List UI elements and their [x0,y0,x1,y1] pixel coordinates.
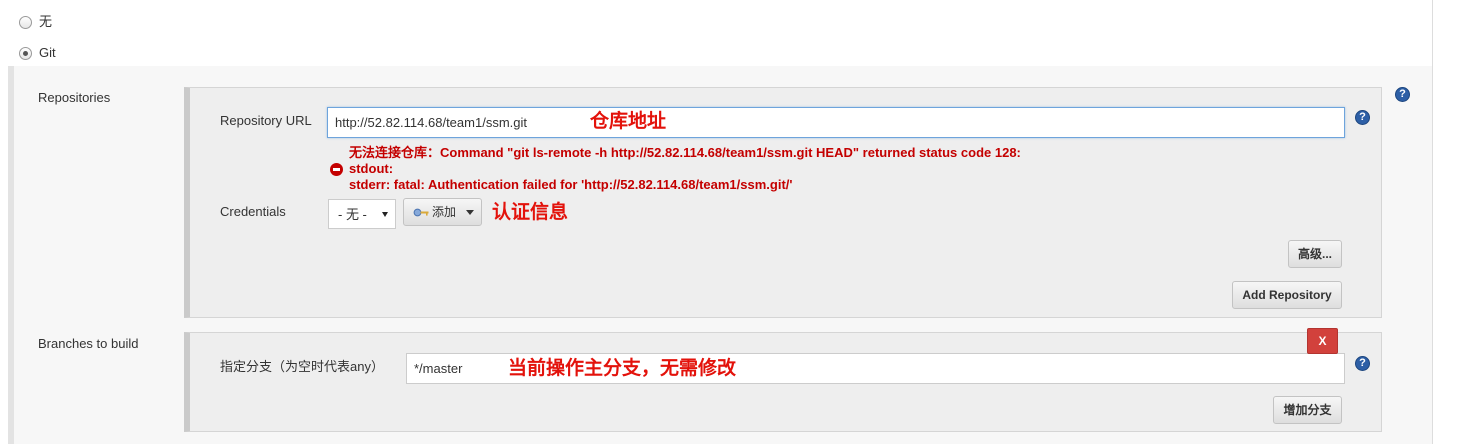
branch-annotation: 当前操作主分支，无需修改 [508,358,737,379]
help-icon[interactable]: ? [1395,87,1410,102]
help-icon[interactable]: ? [1355,110,1370,125]
scm-config-page: 无 Git Repositories ? Repository URL 仓库地址… [0,0,1457,444]
help-icon-glyph: ? [1359,111,1366,123]
error-icon [330,163,343,176]
repository-url-input[interactable] [327,107,1345,138]
add-credentials-label: 添加 [432,205,457,219]
credentials-select[interactable]: - 无 - [328,199,396,229]
chevron-down-icon [382,212,388,217]
credentials-label: Credentials [220,204,286,219]
help-icon-glyph: ? [1359,357,1366,369]
credentials-annotation: 认证信息 [492,202,569,223]
advanced-button[interactable]: 高级... [1288,240,1342,268]
repository-url-label: Repository URL [220,113,312,128]
credentials-selected-value: - 无 - [338,207,367,222]
repositories-label: Repositories [38,90,111,105]
error-message-line: 无法连接仓库：Command "git ls-remote -h http://… [349,145,1021,160]
panel-right-border [1432,0,1433,444]
help-icon[interactable]: ? [1355,356,1370,371]
add-branch-button[interactable]: 增加分支 [1273,396,1342,424]
scm-option-git-label[interactable]: Git [39,45,56,61]
repository-url-annotation: 仓库地址 [590,111,667,132]
add-repository-button[interactable]: Add Repository [1232,281,1342,309]
scm-option-none-label[interactable]: 无 [39,14,52,30]
radio-scm-git[interactable] [19,47,32,60]
error-message-line: stdout: [349,161,394,176]
error-message-line: stderr: fatal: Authentication failed for… [349,177,793,192]
chevron-down-icon [466,210,474,215]
help-icon-glyph: ? [1399,88,1406,100]
delete-branch-button[interactable]: X [1307,328,1338,354]
branches-to-build-label: Branches to build [38,336,139,351]
add-credentials-button[interactable]: 添加 [403,198,482,226]
key-icon [413,208,429,217]
radio-scm-none[interactable] [19,16,32,29]
branch-specifier-label: 指定分支（为空时代表any） [220,359,384,374]
